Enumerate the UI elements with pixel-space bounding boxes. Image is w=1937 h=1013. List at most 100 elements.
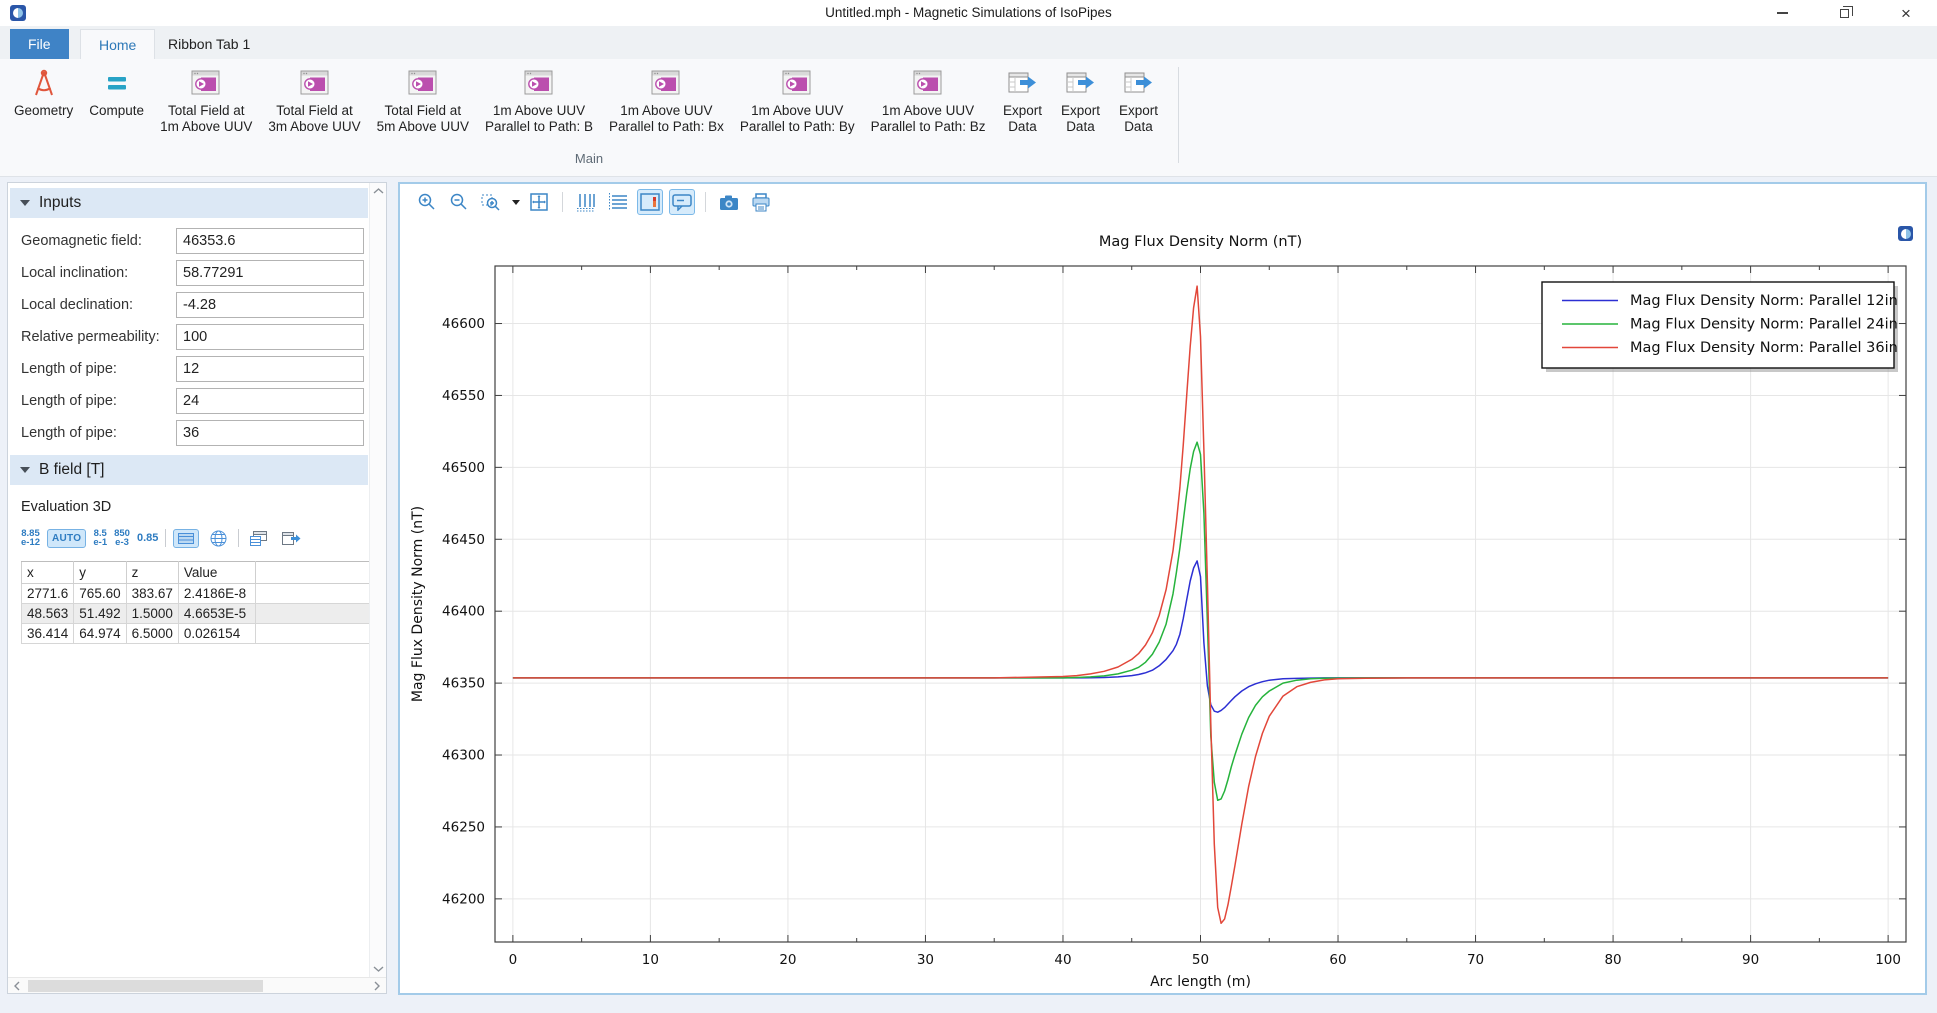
sphere-view-button[interactable]	[206, 527, 231, 550]
svg-text:46400: 46400	[442, 604, 485, 620]
field-row: Length of pipe:	[8, 418, 370, 450]
field-input-1[interactable]	[176, 260, 364, 286]
precision-format-button[interactable]: 850e-3	[114, 529, 130, 547]
legend-entry: Mag Flux Density Norm: Parallel 36in	[1630, 340, 1898, 356]
restore-icon	[1840, 9, 1849, 18]
table-view-button[interactable]	[173, 529, 199, 548]
ribbon-button-total-field-at-5m-above-uuv[interactable]: Total Field at5m Above UUV	[369, 65, 477, 137]
tab-ribbon-tab-1[interactable]: Ribbon Tab 1	[150, 29, 268, 59]
bfield-section-header[interactable]: B field [T]	[10, 455, 368, 485]
plot-area[interactable]: 0102030405060708090100462004625046300463…	[400, 220, 1923, 992]
plot-window-icon	[650, 69, 682, 97]
horizontal-scrollbar[interactable]	[8, 977, 386, 993]
y-grid-icon	[608, 192, 628, 212]
dropdown-caret-icon[interactable]	[512, 200, 520, 205]
y-axis-label: Mag Flux Density Norm (nT)	[410, 506, 426, 702]
camera-button[interactable]	[716, 189, 742, 215]
inputs-section-title: Inputs	[39, 194, 81, 212]
column-header: y	[74, 562, 126, 584]
vertical-scrollbar[interactable]	[369, 183, 386, 977]
collapse-arrow-icon	[20, 200, 30, 206]
precision-format-button[interactable]: 8.85e-12	[21, 529, 40, 547]
svg-text:46300: 46300	[442, 748, 485, 764]
field-row: Length of pipe:	[8, 354, 370, 386]
restore-button[interactable]	[1813, 0, 1875, 26]
table-cell: 36.414	[22, 624, 74, 644]
scroll-up-icon[interactable]	[373, 187, 384, 195]
grid-y-button[interactable]	[605, 189, 631, 215]
table-cell-empty	[256, 624, 370, 644]
legend-toggle-button[interactable]	[637, 189, 663, 215]
ribbon-button-export-data[interactable]: ExportData	[993, 65, 1051, 137]
scroll-right-icon[interactable]	[368, 981, 386, 991]
ribbon-button-compute[interactable]: Compute	[81, 65, 152, 121]
window-controls: ×	[1751, 0, 1937, 26]
ribbon-button-geometry[interactable]: Geometry	[6, 65, 81, 121]
copy-table-icon	[250, 531, 267, 546]
precision-format-button[interactable]: 8.5e-1	[93, 529, 107, 547]
close-button[interactable]: ×	[1875, 0, 1937, 26]
ribbon-button-total-field-at-1m-above-uuv[interactable]: Total Field at1m Above UUV	[152, 65, 260, 137]
tab-file[interactable]: File	[10, 29, 69, 59]
ribbon-button-total-field-at-3m-above-uuv[interactable]: Total Field at3m Above UUV	[260, 65, 368, 137]
minimize-button[interactable]	[1751, 0, 1813, 26]
table-row[interactable]: 2771.6765.60383.672.4186E-8	[22, 584, 370, 604]
legend-entry: Mag Flux Density Norm: Parallel 12in	[1630, 293, 1898, 309]
close-icon: ×	[1901, 5, 1911, 22]
field-label: Geomagnetic field:	[21, 233, 142, 249]
ribbon-button-1m-above-uuv-parallel-to-path-bx[interactable]: 1m Above UUVParallel to Path: Bx	[601, 65, 732, 137]
print-button[interactable]	[748, 189, 774, 215]
ribbon-button-1m-above-uuv-parallel-to-path-by[interactable]: 1m Above UUVParallel to Path: By	[732, 65, 863, 137]
zoom-box-button[interactable]	[478, 189, 504, 215]
field-input-4[interactable]	[176, 356, 364, 382]
table-row[interactable]: 48.56351.4921.50004.6653E-5	[22, 604, 370, 624]
field-label: Length of pipe:	[21, 361, 117, 377]
ribbon-button-label: Geometry	[14, 103, 73, 119]
field-input-0[interactable]	[176, 228, 364, 254]
scroll-left-icon[interactable]	[8, 981, 26, 991]
zoom-in-button[interactable]	[414, 189, 440, 215]
ribbon-button-1m-above-uuv-parallel-to-path-b[interactable]: 1m Above UUVParallel to Path: B	[477, 65, 601, 137]
evaluation-table: xyzValue2771.6765.60383.672.4186E-848.56…	[21, 561, 370, 644]
auto-precision-button[interactable]: AUTO	[47, 529, 86, 548]
window-title: Untitled.mph - Magnetic Simulations of I…	[0, 5, 1937, 20]
field-input-6[interactable]	[176, 420, 364, 446]
field-input-5[interactable]	[176, 388, 364, 414]
tab-home[interactable]: Home	[80, 29, 155, 59]
toolbar-separator	[165, 529, 166, 547]
settings-panel-content: Inputs Geomagnetic field: Local inclinati…	[8, 183, 370, 977]
inputs-section-header[interactable]: Inputs	[10, 188, 368, 218]
table-row[interactable]: 36.41464.9746.50000.026154	[22, 624, 370, 644]
ribbon-button-1m-above-uuv-parallel-to-path-bz[interactable]: 1m Above UUVParallel to Path: Bz	[863, 65, 994, 137]
field-input-3[interactable]	[176, 324, 364, 350]
scroll-down-icon[interactable]	[373, 965, 384, 973]
table-cell: 2.4186E-8	[178, 584, 255, 604]
zoom-extents-button[interactable]	[526, 189, 552, 215]
svg-text:10: 10	[642, 952, 659, 968]
export-data-icon	[1064, 69, 1096, 97]
ribbon-button-export-data[interactable]: ExportData	[1051, 65, 1109, 137]
ribbon-button-export-data[interactable]: ExportData	[1109, 65, 1167, 137]
export-data-icon	[1006, 69, 1038, 97]
grid-x-button[interactable]	[573, 189, 599, 215]
table-cell: 48.563	[22, 604, 74, 624]
precision-format-button[interactable]: 0.85	[137, 532, 158, 544]
printer-icon	[751, 193, 771, 212]
zoom-extents-icon	[528, 192, 550, 212]
plot-window-icon	[523, 69, 555, 97]
svg-text:0: 0	[509, 952, 518, 968]
field-input-2[interactable]	[176, 292, 364, 318]
scrollbar-thumb[interactable]	[28, 980, 263, 992]
settings-panel: Inputs Geomagnetic field: Local inclinati…	[7, 182, 387, 994]
field-row: Local inclination:	[8, 258, 370, 290]
ribbon-group-separator	[1178, 67, 1179, 163]
svg-text:100: 100	[1875, 952, 1901, 968]
tooltip-toggle-button[interactable]	[669, 189, 695, 215]
export-table-button[interactable]	[278, 528, 305, 549]
camera-icon	[719, 194, 739, 211]
titlebar: Untitled.mph - Magnetic Simulations of I…	[0, 0, 1937, 26]
plot-window-icon	[912, 69, 944, 97]
zoom-out-button[interactable]	[446, 189, 472, 215]
copy-table-button[interactable]	[246, 528, 271, 549]
legend-entry: Mag Flux Density Norm: Parallel 24in	[1630, 317, 1898, 333]
